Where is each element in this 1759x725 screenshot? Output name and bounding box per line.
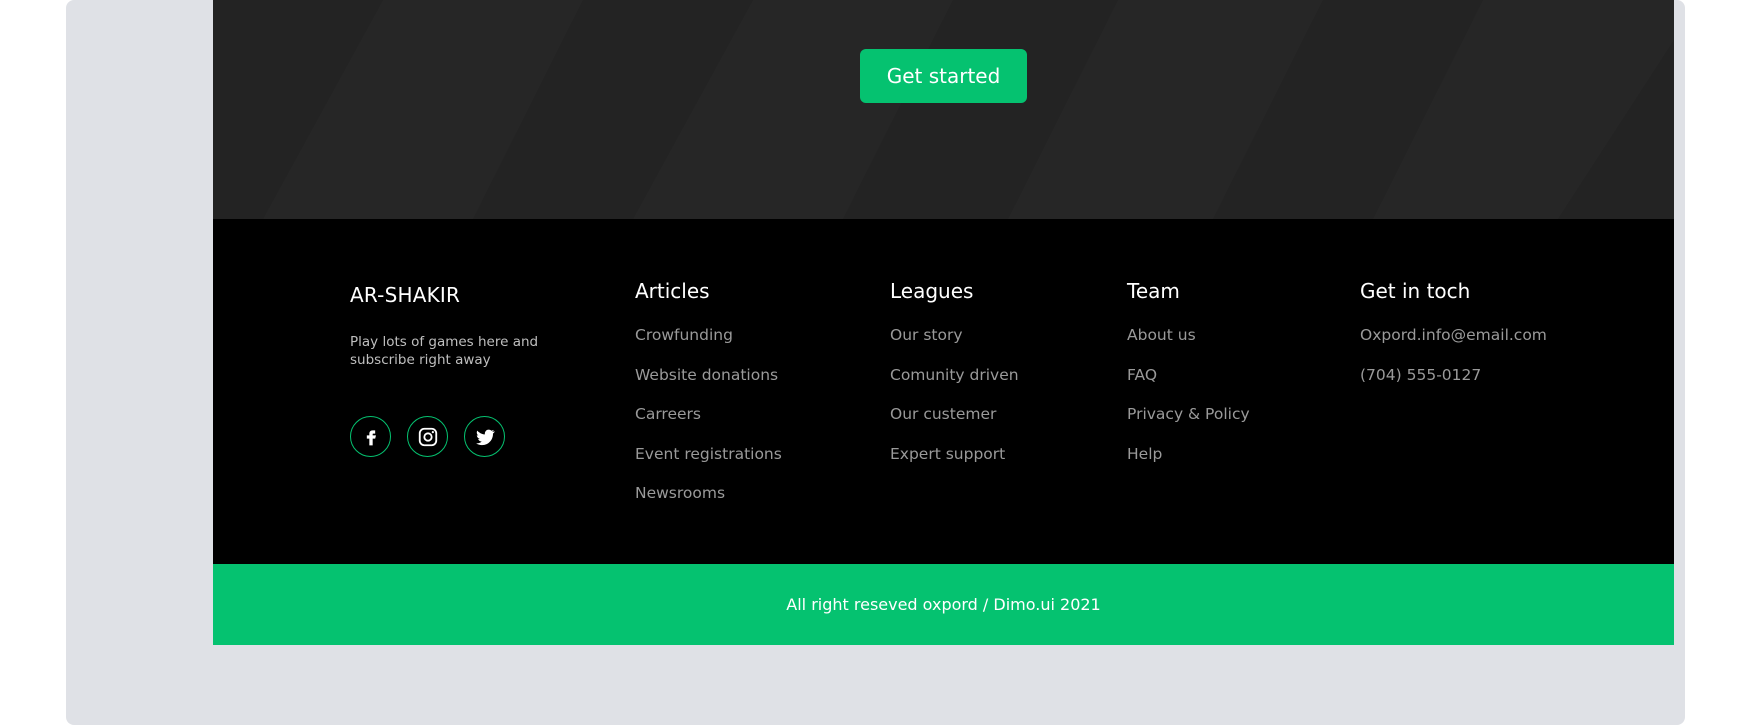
footer-column-leagues: Leagues Our story Comunity driven Our cu… [890,279,1019,483]
footer-brand: AR-SHAKIR [350,283,461,307]
column-title: Articles [635,279,710,303]
column-title: Get in toch [1360,279,1471,303]
footer-link[interactable]: Carreers [635,404,782,424]
footer-link[interactable]: Event registrations [635,444,782,464]
column-title: Leagues [890,279,974,303]
footer-column-articles: Articles Crowfunding Website donations C… [635,279,782,523]
footer-column-team: Team About us FAQ Privacy & Policy Help [1127,279,1250,483]
footer-link[interactable]: Newsrooms [635,483,782,503]
footer-link[interactable]: Privacy & Policy [1127,404,1250,424]
instagram-icon [418,427,437,446]
footer-link[interactable]: Crowfunding [635,325,782,345]
footer-link[interactable]: Expert support [890,444,1019,464]
twitter-icon [475,429,495,445]
footer-link[interactable]: Help [1127,444,1250,464]
footer-link[interactable]: Website donations [635,365,782,385]
footer-link[interactable]: About us [1127,325,1250,345]
cta-section: Get started [213,0,1674,219]
get-started-button[interactable]: Get started [860,49,1027,103]
background-stripes [263,0,1674,219]
footer-link[interactable]: Comunity driven [890,365,1019,385]
footer-link[interactable]: FAQ [1127,365,1250,385]
copyright-bar: All right reseved oxpord / Dimo.ui 2021 [213,564,1674,645]
social-links [350,416,505,457]
footer-link[interactable]: Our story [890,325,1019,345]
copyright-text: All right reseved oxpord / Dimo.ui 2021 [786,595,1101,614]
facebook-link[interactable] [350,416,391,457]
site-footer: AR-SHAKIR Play lots of games here and su… [213,219,1674,564]
footer-tagline: Play lots of games here and subscribe ri… [350,334,539,368]
instagram-link[interactable] [407,416,448,457]
column-title: Team [1127,279,1180,303]
footer-column-contact: Get in toch Oxpord.info@email.com (704) … [1360,279,1547,404]
contact-phone[interactable]: (704) 555-0127 [1360,365,1547,385]
page-frame: Get started AR-SHAKIR Play lots of games… [66,0,1685,725]
contact-email[interactable]: Oxpord.info@email.com [1360,325,1547,345]
facebook-icon [366,429,376,445]
twitter-link[interactable] [464,416,505,457]
footer-link[interactable]: Our custemer [890,404,1019,424]
